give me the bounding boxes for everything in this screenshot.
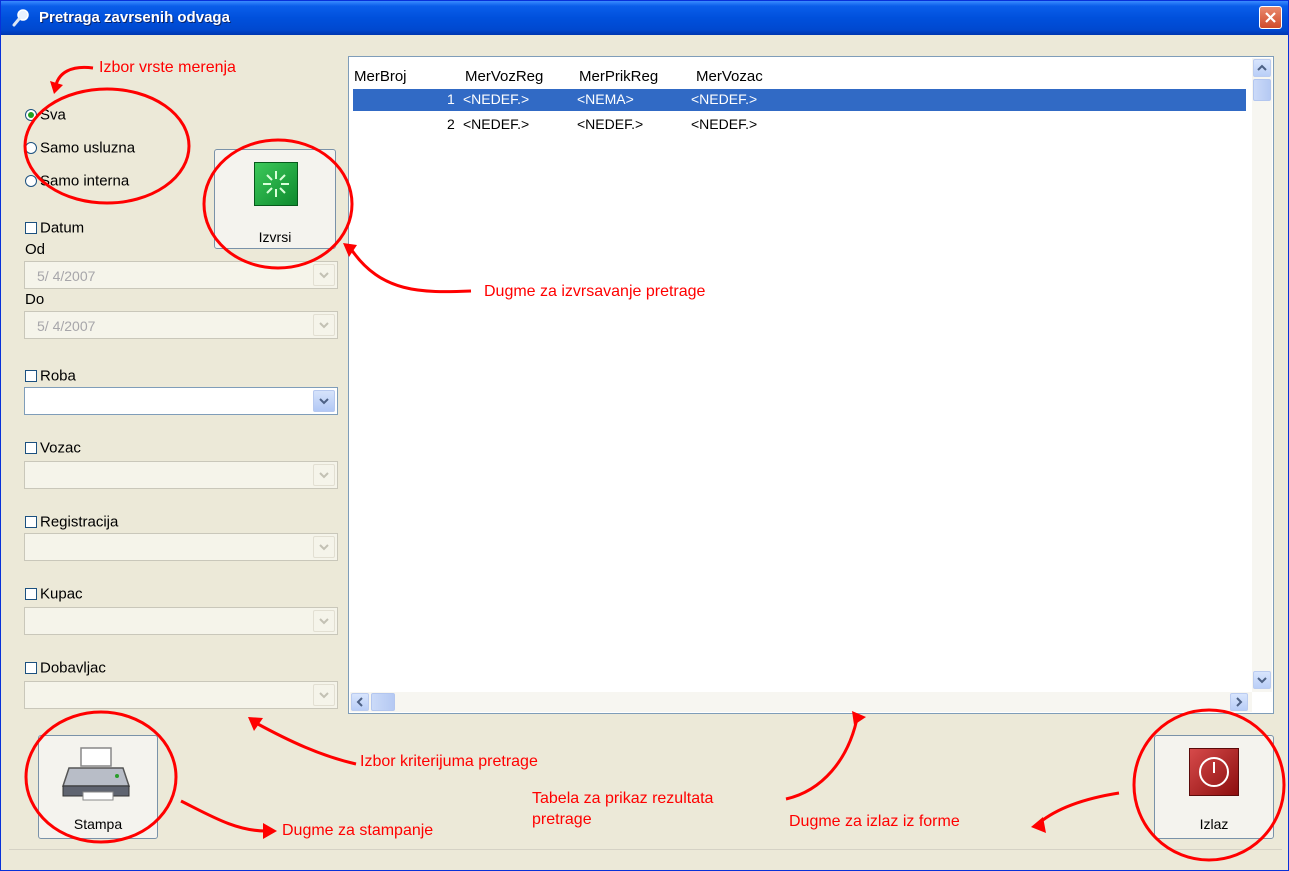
annotation-overlay [23,65,1286,862]
annotation-table-1: Tabela za prikaz rezultata [532,790,714,807]
annotation-table-2: pretrage [532,811,592,828]
annotation-print: Dugme za stampanje [282,822,434,839]
annotation-criteria: Izbor kriterijuma pretrage [360,753,538,770]
annotation-execute: Dugme za izvrsavanje pretrage [484,283,706,300]
annotation-exit: Dugme za izlaz iz forme [789,813,960,830]
annotation-measurement-type: Izbor vrste merenja [99,59,236,76]
search-window: Pretraga zavrsenih odvaga Sva Samo usluz… [0,0,1289,871]
